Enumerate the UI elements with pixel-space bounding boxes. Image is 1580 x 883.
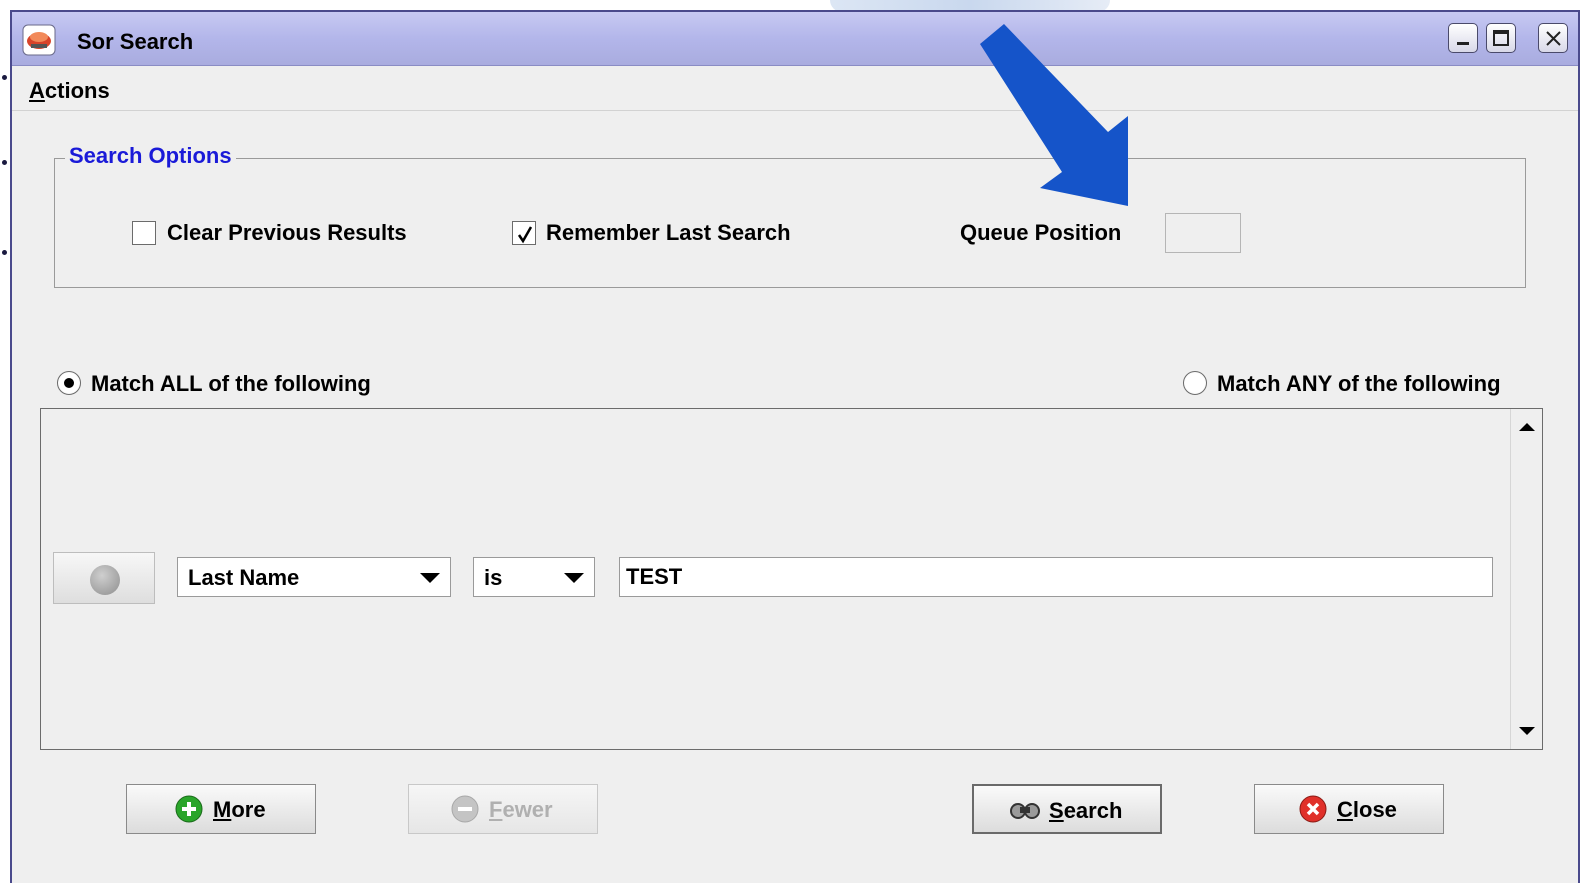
fewer-button[interactable]: Fewer (408, 784, 598, 834)
binoculars-icon (1010, 803, 1040, 819)
minimize-icon (1457, 42, 1469, 45)
operator-select[interactable]: is (473, 557, 595, 597)
plus-icon (175, 795, 203, 823)
field-select-value: Last Name (188, 565, 300, 590)
match-any-label: Match ANY of the following (1217, 371, 1501, 396)
chevron-down-icon (420, 573, 440, 583)
bullet-dot (2, 160, 7, 165)
remember-last-search-checkbox[interactable] (512, 221, 536, 245)
title-bar[interactable]: Sor Search (12, 12, 1578, 66)
clear-previous-results-label: Clear Previous Results (167, 220, 407, 245)
vertical-scrollbar[interactable] (1510, 409, 1542, 749)
minus-icon (451, 795, 479, 823)
window-title: Sor Search (77, 29, 194, 54)
close-button[interactable]: Close (1254, 784, 1444, 834)
bullet-dot (2, 75, 7, 80)
operator-select-value: is (484, 565, 503, 590)
search-options-group: Search Options Clear Previous Results Re… (54, 143, 1526, 288)
remove-criterion-button[interactable] (53, 552, 155, 604)
sor-search-window: Sor Search Actions Search Options Clear … (10, 10, 1580, 883)
close-icon (1546, 31, 1561, 46)
close-icon (1299, 795, 1327, 823)
match-all-radio[interactable] (57, 371, 81, 395)
menu-actions[interactable]: Actions (29, 78, 110, 104)
screen: { "window": { "title": "Sor Search", "ac… (0, 0, 1580, 883)
criteria-panel: Last Name is TEST (40, 408, 1543, 750)
minus-icon (90, 565, 120, 595)
maximize-icon (1493, 30, 1509, 46)
scroll-down-icon[interactable] (1519, 727, 1535, 735)
checkmark-icon (517, 226, 533, 244)
annotation-arrow-icon (980, 24, 1128, 206)
menu-bar: Actions (12, 67, 1578, 111)
app-logo-icon (22, 24, 56, 56)
queue-position-field[interactable] (1165, 213, 1241, 253)
queue-position-label: Queue Position (960, 220, 1122, 245)
scroll-up-icon[interactable] (1519, 423, 1535, 431)
maximize-button[interactable] (1486, 23, 1516, 53)
clear-previous-results-checkbox[interactable] (132, 221, 156, 245)
remember-last-search-label: Remember Last Search (546, 220, 791, 245)
field-select[interactable]: Last Name (177, 557, 451, 597)
search-button[interactable]: Search (972, 784, 1162, 834)
slide-left-edge (0, 0, 10, 883)
bullet-dot (2, 250, 7, 255)
minimize-button[interactable] (1448, 23, 1478, 53)
match-all-label: Match ALL of the following (91, 371, 371, 396)
criterion-value-input[interactable]: TEST (619, 557, 1493, 597)
more-button[interactable]: More (126, 784, 316, 834)
search-options-title: Search Options (65, 143, 236, 169)
match-any-radio[interactable] (1183, 371, 1207, 395)
close-window-button[interactable] (1538, 23, 1568, 53)
chevron-down-icon (564, 573, 584, 583)
